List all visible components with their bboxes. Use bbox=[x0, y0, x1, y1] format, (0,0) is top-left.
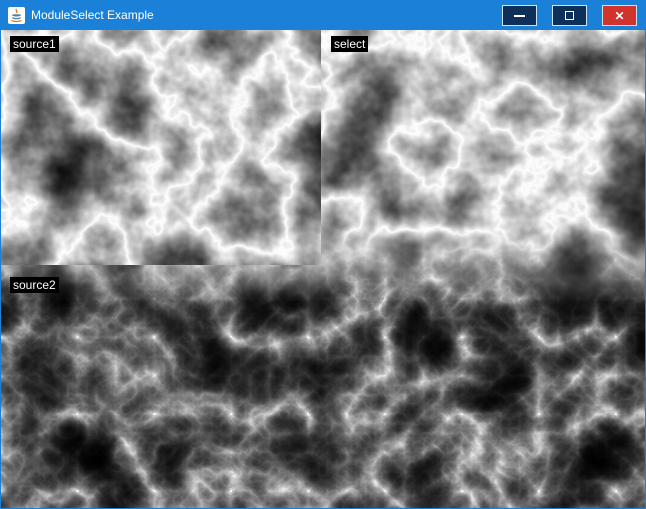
minimize-icon bbox=[514, 15, 525, 17]
minimize-button[interactable] bbox=[502, 5, 537, 26]
app-window: ModuleSelect Example ✕ bbox=[0, 0, 646, 509]
select-label: select bbox=[331, 36, 368, 52]
render-area: source1 select source2 bbox=[1, 30, 645, 508]
maximize-icon bbox=[565, 11, 574, 20]
close-button[interactable]: ✕ bbox=[602, 5, 637, 26]
java-app-icon bbox=[8, 7, 25, 24]
window-title: ModuleSelect Example bbox=[31, 1, 154, 30]
source1-label: source1 bbox=[10, 36, 59, 52]
titlebar[interactable]: ModuleSelect Example ✕ bbox=[1, 1, 645, 30]
source2-label: source2 bbox=[10, 277, 59, 293]
noise-canvas bbox=[1, 30, 645, 508]
noise-source1-layer bbox=[1, 30, 321, 265]
maximize-button[interactable] bbox=[552, 5, 587, 26]
close-icon: ✕ bbox=[614, 10, 624, 22]
